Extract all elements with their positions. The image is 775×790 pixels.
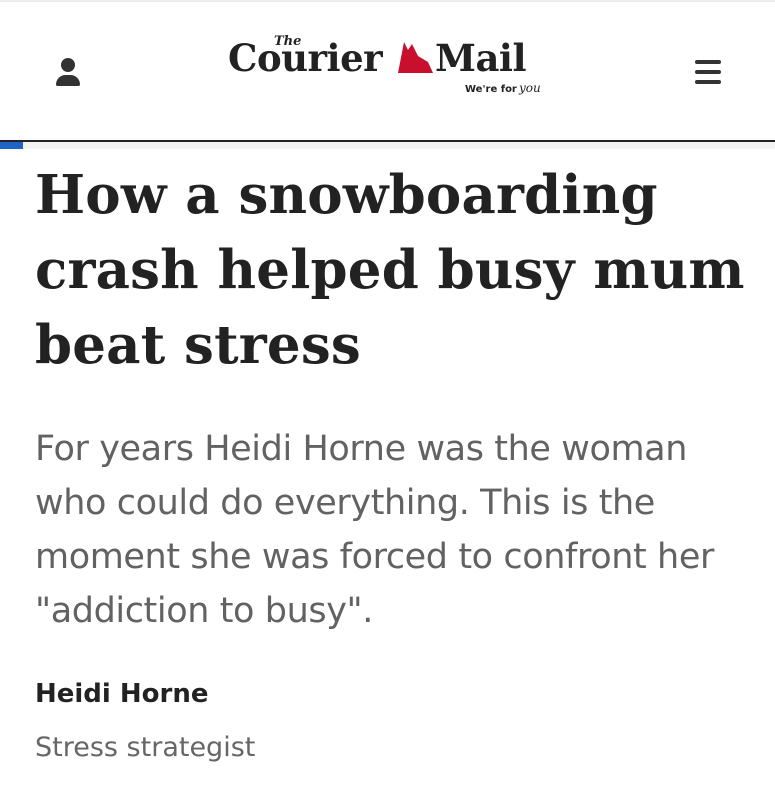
logo-tagline-text: We're for <box>465 84 517 95</box>
site-header: The Courier Mail We're for you <box>0 0 775 140</box>
article-headline: How a snowboarding crash helped busy mum… <box>35 164 745 376</box>
menu-line-icon <box>695 60 721 64</box>
account-icon[interactable] <box>52 52 86 90</box>
account-icon-head <box>61 58 75 72</box>
logo-mail-text: Mail <box>435 36 526 80</box>
logo-tagline-script: you <box>518 81 541 95</box>
status-bar-divider <box>0 0 775 2</box>
logo-courier-text: Courier <box>228 36 383 80</box>
hamburger-menu-icon[interactable] <box>692 56 724 88</box>
queensland-map-icon <box>398 42 433 73</box>
article-standfirst: For years Heidi Horne was the woman who … <box>35 429 714 631</box>
menu-line-icon <box>695 70 721 74</box>
author-title: Stress strategist <box>35 732 256 763</box>
menu-line-icon <box>695 80 721 84</box>
author-name-link[interactable]: Heidi Horne <box>35 674 208 714</box>
account-icon-body <box>56 75 80 86</box>
courier-mail-logo[interactable]: The Courier Mail We're for you <box>228 28 548 108</box>
reading-progress-bar <box>0 142 24 149</box>
reading-progress-track <box>0 140 775 149</box>
